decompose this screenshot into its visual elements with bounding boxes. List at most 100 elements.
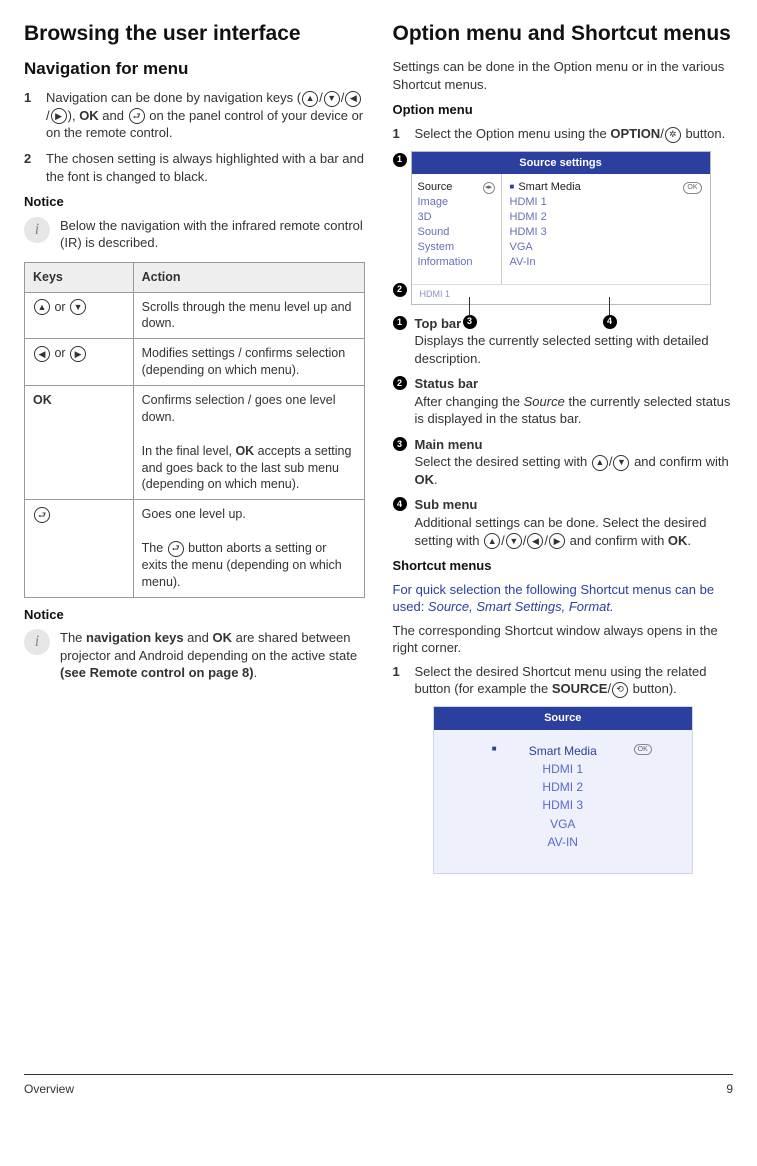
table-row: ▲ or ▼ Scrolls through the menu level up… bbox=[25, 292, 365, 339]
heading-shortcut-menus: Shortcut menus bbox=[393, 557, 734, 575]
footer-section: Overview bbox=[24, 1081, 74, 1097]
notice-title: Notice bbox=[24, 193, 365, 211]
sub-item: HDMI 2 bbox=[510, 210, 702, 225]
up-icon: ▲ bbox=[34, 299, 50, 315]
sub-item: HDMI 1 bbox=[510, 195, 702, 210]
main-item: Sound bbox=[418, 225, 495, 240]
cell-keys: ⮐ bbox=[25, 500, 134, 597]
step-text: Select the desired Shortcut menu using t… bbox=[415, 663, 734, 698]
settings-sub-menu: Smart Media OK HDMI 1 HDMI 2 HDMI 3 VGA A… bbox=[502, 174, 710, 284]
back-icon: ⮐ bbox=[129, 108, 145, 124]
step-number: 1 bbox=[393, 125, 405, 143]
cell-action: Modifies settings / confirms selection (… bbox=[133, 339, 364, 386]
right-icon: ▶ bbox=[51, 108, 67, 124]
main-item: Image bbox=[418, 195, 495, 210]
sub-item: AV-In bbox=[510, 255, 702, 270]
shortcut-item: HDMI 2 bbox=[434, 778, 692, 796]
up-icon: ▲ bbox=[484, 533, 500, 549]
notice-text: Below the navigation with the infrared r… bbox=[60, 217, 365, 252]
down-icon: ▼ bbox=[506, 533, 522, 549]
callout-title: Status bar bbox=[415, 376, 479, 391]
sub-item: VGA bbox=[510, 240, 702, 255]
source-settings-figure: 1 2 3 4 Source settings Source◂▸ Image 3… bbox=[393, 151, 734, 305]
sub-item: HDMI 3 bbox=[510, 225, 702, 240]
down-icon: ▼ bbox=[324, 91, 340, 107]
callout-badge-1: 1 bbox=[393, 153, 407, 167]
intro-text: Settings can be done in the Option menu … bbox=[393, 58, 734, 93]
callout-num: 3 bbox=[393, 437, 407, 451]
callout-badge-4: 4 bbox=[603, 315, 617, 329]
option-steps: 1 Select the Option menu using the OPTIO… bbox=[393, 125, 734, 143]
callout-list: 1 Top bar Displays the currently selecte… bbox=[393, 315, 734, 550]
shortcut-item: VGA bbox=[434, 815, 692, 833]
callout-num: 1 bbox=[393, 316, 407, 330]
page-footer: Overview 9 bbox=[24, 1074, 733, 1097]
settings-main-menu: Source◂▸ Image 3D Sound System Informati… bbox=[412, 174, 502, 284]
callout-title: Top bar bbox=[415, 316, 462, 331]
notice-2: Notice i The navigation keys and OK are … bbox=[24, 606, 365, 682]
nav-steps: 1 Navigation can be done by navigation k… bbox=[24, 89, 365, 185]
cell-action: Goes one level up. The ⮐ button aborts a… bbox=[133, 500, 364, 597]
info-icon: i bbox=[24, 217, 50, 243]
info-icon: i bbox=[24, 629, 50, 655]
right-column: Option menu and Shortcut menus Settings … bbox=[393, 20, 734, 874]
callout-num: 2 bbox=[393, 376, 407, 390]
callout-text: Additional settings can be done. Select … bbox=[415, 515, 707, 548]
shortcut-item-selected: Smart MediaOK bbox=[434, 742, 692, 760]
shortcut-title: Source bbox=[434, 707, 692, 730]
settings-status-bar: HDMI 1 bbox=[412, 284, 710, 303]
sub-item-selected: Smart Media bbox=[510, 180, 581, 195]
down-icon: ▼ bbox=[70, 299, 86, 315]
footer-page: 9 bbox=[726, 1081, 733, 1097]
up-icon: ▲ bbox=[592, 455, 608, 471]
callout-badge-3: 3 bbox=[463, 315, 477, 329]
shortcut-intro: For quick selection the following Shortc… bbox=[393, 581, 734, 616]
keys-action-table: Keys Action ▲ or ▼ Scrolls through the m… bbox=[24, 262, 365, 598]
left-column: Browsing the user interface Navigation f… bbox=[24, 20, 365, 874]
table-row: ⮐ Goes one level up. The ⮐ button aborts… bbox=[25, 500, 365, 597]
right-icon: ▶ bbox=[70, 346, 86, 362]
step-text: Select the Option menu using the OPTION/… bbox=[415, 125, 734, 143]
right-icon: ▶ bbox=[549, 533, 565, 549]
callout-text: After changing the Source the currently … bbox=[415, 394, 731, 427]
cell-keys: OK bbox=[25, 386, 134, 500]
ok-icon: OK bbox=[683, 182, 701, 193]
back-icon: ⮐ bbox=[168, 541, 184, 557]
notice-1: Notice i Below the navigation with the i… bbox=[24, 193, 365, 252]
cell-keys: ◀ or ▶ bbox=[25, 339, 134, 386]
step-text: Navigation can be done by navigation key… bbox=[46, 89, 365, 142]
page-title-right: Option menu and Shortcut menus bbox=[393, 20, 734, 48]
cell-keys: ▲ or ▼ bbox=[25, 292, 134, 339]
shortcut-figure: Source Smart MediaOK HDMI 1 HDMI 2 HDMI … bbox=[433, 706, 693, 874]
callout-badge-2: 2 bbox=[393, 283, 407, 297]
page-title-left: Browsing the user interface bbox=[24, 20, 365, 48]
lr-icon: ◂▸ bbox=[483, 182, 495, 194]
source-icon: ⟲ bbox=[612, 682, 628, 698]
shortcut-para: The corresponding Shortcut window always… bbox=[393, 622, 734, 657]
main-item: 3D bbox=[418, 210, 495, 225]
table-row: ◀ or ▶ Modifies settings / confirms sele… bbox=[25, 339, 365, 386]
left-icon: ◀ bbox=[345, 91, 361, 107]
step-number: 1 bbox=[393, 663, 405, 698]
up-icon: ▲ bbox=[302, 91, 318, 107]
option-icon: ✲ bbox=[665, 127, 681, 143]
col-keys: Keys bbox=[25, 262, 134, 292]
main-item: Information bbox=[418, 255, 495, 270]
ok-icon: OK bbox=[634, 744, 652, 755]
shortcut-item: AV-IN bbox=[434, 833, 692, 851]
left-icon: ◀ bbox=[34, 346, 50, 362]
back-icon: ⮐ bbox=[34, 507, 50, 523]
callout-num: 4 bbox=[393, 497, 407, 511]
left-icon: ◀ bbox=[527, 533, 543, 549]
callout-text: Select the desired setting with ▲/▼ and … bbox=[415, 454, 729, 487]
callout-title: Main menu bbox=[415, 437, 483, 452]
callout-title: Sub menu bbox=[415, 497, 478, 512]
cell-action: Confirms selection / goes one level down… bbox=[133, 386, 364, 500]
step-number: 2 bbox=[24, 150, 36, 185]
shortcut-steps: 1 Select the desired Shortcut menu using… bbox=[393, 663, 734, 698]
down-icon: ▼ bbox=[613, 455, 629, 471]
notice-title: Notice bbox=[24, 606, 365, 624]
notice-text: The navigation keys and OK are shared be… bbox=[60, 629, 365, 682]
table-row: OK Confirms selection / goes one level d… bbox=[25, 386, 365, 500]
cell-action: Scrolls through the menu level up and do… bbox=[133, 292, 364, 339]
